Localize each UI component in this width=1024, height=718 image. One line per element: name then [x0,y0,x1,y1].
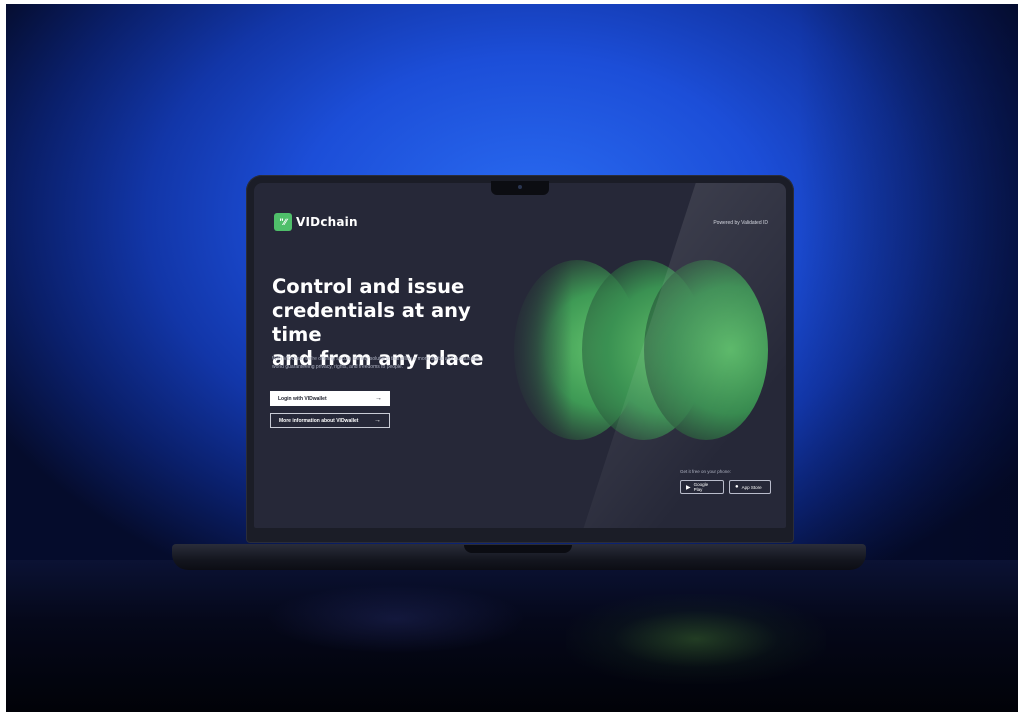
play-icon: ▶ [686,484,691,491]
store-label: Get it free on your phone: [680,469,732,474]
logo-mark-glyph: "∕∕ [279,217,287,227]
logo-text[interactable]: VIDchain [296,215,358,229]
camera-icon [518,185,522,189]
google-play-label: Google Play [693,482,709,492]
more-info-button-label: More information about VIDwallet [279,417,359,424]
login-button[interactable]: Login with VIDwallet → [270,391,390,406]
headline-line: Control and issue [272,275,465,298]
floor-reflection-green [566,594,826,684]
laptop-screen: "∕∕ VIDchain Powered by Validated ID Con… [254,183,786,528]
background-vignette [798,4,1018,564]
arrow-right-icon: → [374,417,381,424]
apple-icon: ● [735,484,739,490]
hero-subtext: With VIDchain we're offering secure iden… [272,356,480,370]
decorative-circle [644,260,768,440]
floor-reflection-blue [266,584,526,654]
powered-by-link[interactable]: Powered by Validated ID [713,220,768,226]
google-play-button[interactable]: ▶ Google Play [680,480,724,494]
login-button-label: Login with VIDwallet [278,395,327,402]
laptop-hinge [464,545,572,553]
headline-line: credentials at any time [272,299,471,346]
vidchain-logo-icon[interactable]: "∕∕ [274,213,292,231]
arrow-right-icon: → [375,395,382,402]
circle-fade-overlay [502,253,572,448]
more-info-button[interactable]: More information about VIDwallet → [270,413,390,428]
app-store-button[interactable]: ● App Store [729,480,771,494]
app-store-label: App Store [741,484,762,490]
